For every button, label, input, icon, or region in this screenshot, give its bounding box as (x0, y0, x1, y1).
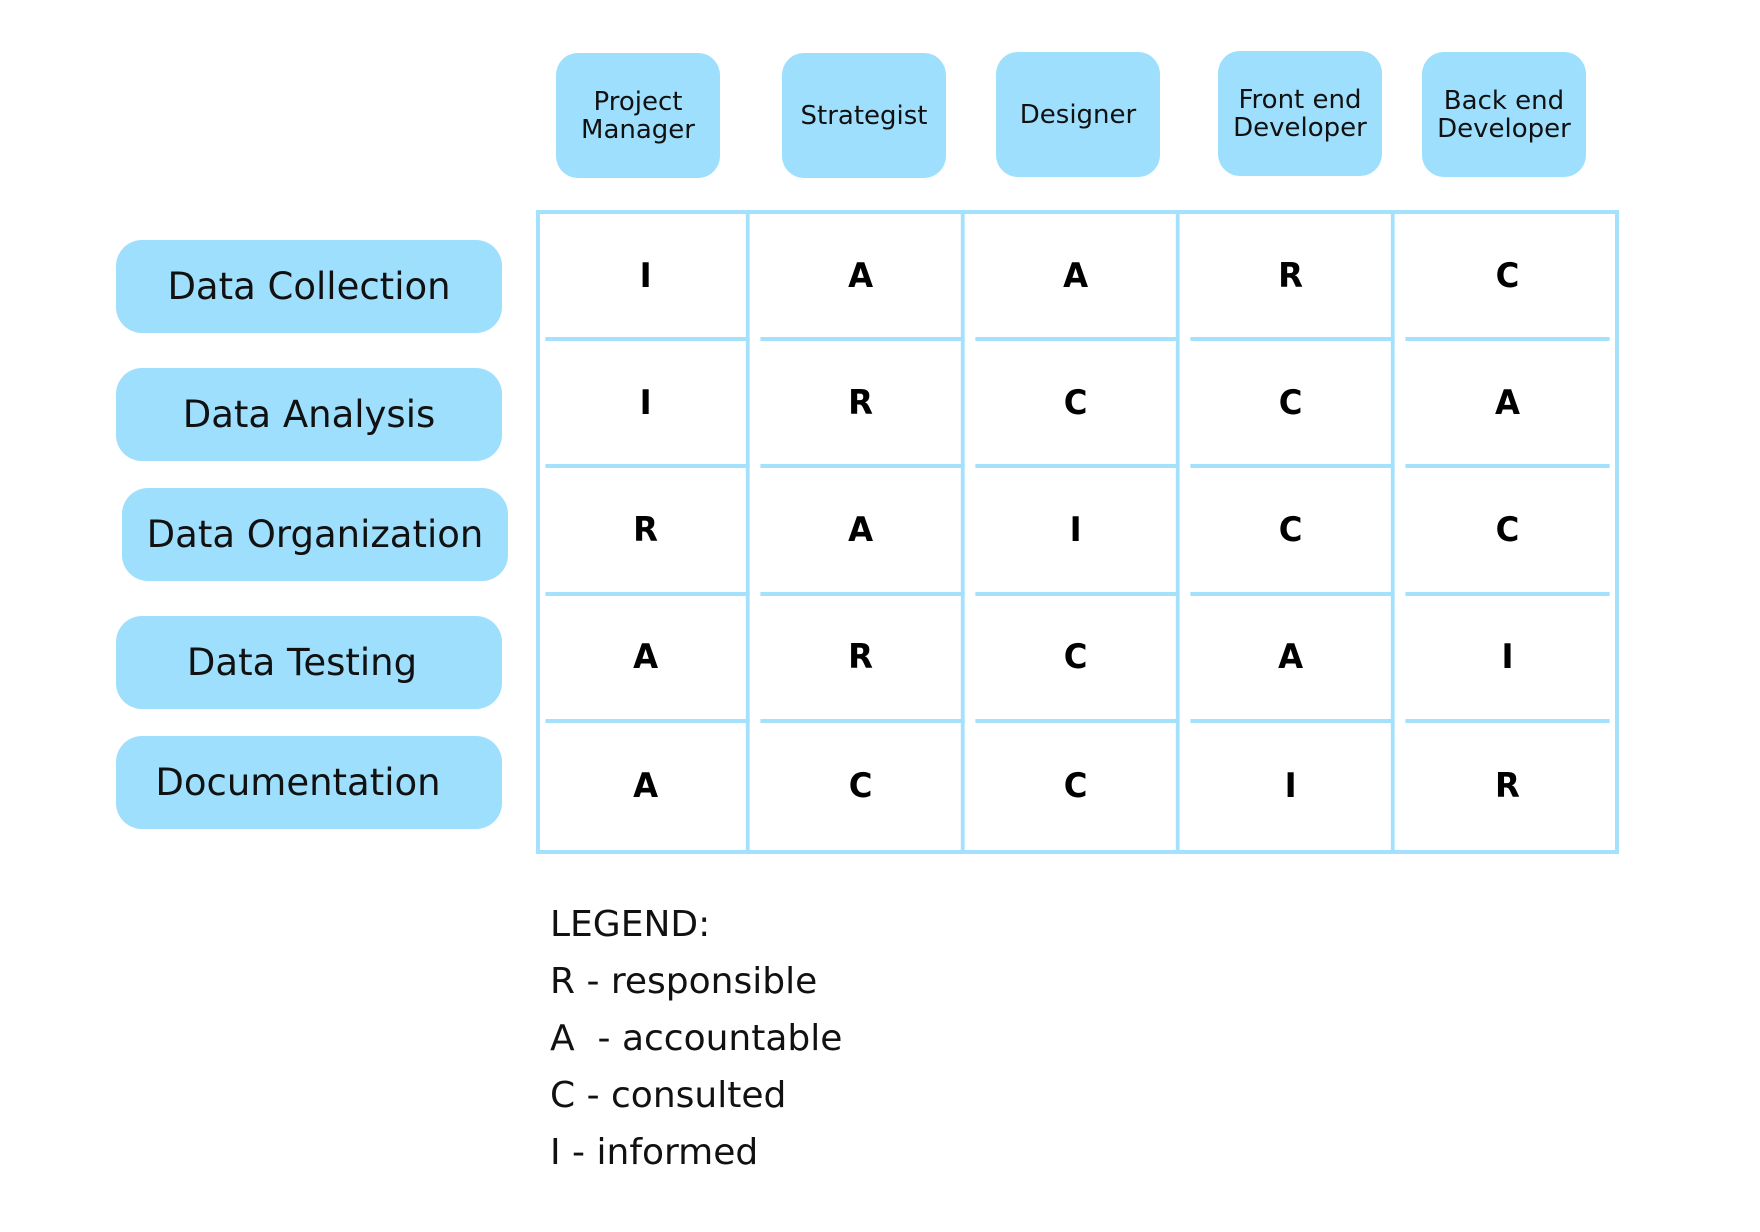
legend-item-responsible: R - responsible (550, 961, 818, 1002)
raci-cell: C (1190, 468, 1395, 596)
raci-cell: R (1495, 766, 1520, 807)
task-label-data-analysis: Data Analysis (116, 368, 502, 461)
raci-cell: A (545, 722, 750, 850)
legend: LEGEND: R - responsible A - accountable … (550, 896, 842, 1181)
task-label-text: Data Analysis (182, 393, 436, 436)
raci-cell: R (1190, 214, 1395, 342)
raci-cell: R (760, 595, 965, 723)
role-label: Developer (1233, 112, 1367, 143)
raci-matrix: I A A R C I R C C A R A I C C A R C A I … (536, 210, 1619, 854)
role-header-project-manager: Project Manager (556, 53, 720, 178)
legend-item-informed: I - informed (550, 1132, 759, 1173)
raci-cell: C (760, 722, 965, 850)
role-label: Designer (1019, 99, 1137, 130)
raci-cell: C (1190, 341, 1395, 469)
raci-cell: A (760, 468, 965, 596)
role-header-strategist: Strategist (782, 53, 946, 178)
raci-cell: I (975, 468, 1180, 596)
raci-cell: I (545, 214, 750, 342)
raci-cell: C (1405, 214, 1610, 342)
task-label-documentation: Documentation (116, 736, 502, 829)
role-header-back-end-developer: Back end Developer (1422, 52, 1586, 177)
legend-title: LEGEND: (550, 904, 711, 945)
role-label: Front end (1238, 84, 1362, 115)
raci-cell: A (760, 214, 965, 342)
role-label: Manager (581, 114, 695, 145)
raci-cell: I (1190, 722, 1395, 850)
role-label: Back end (1443, 85, 1565, 116)
role-header-designer: Designer (996, 52, 1160, 177)
raci-cell: R (760, 341, 965, 469)
role-label: Strategist (800, 100, 928, 131)
raci-cell: A (975, 214, 1180, 342)
raci-cell: I (545, 341, 750, 469)
task-label-data-collection: Data Collection (116, 240, 502, 333)
raci-cell: C (975, 341, 1180, 469)
task-label-text: Data Collection (167, 265, 451, 308)
raci-cell: I (1405, 596, 1610, 723)
task-label-text: Data Organization (146, 513, 484, 556)
raci-cell: R (545, 468, 750, 596)
raci-cell: C (975, 595, 1180, 723)
task-label-text: Data Testing (186, 641, 418, 684)
raci-cell: C (975, 722, 1180, 850)
role-label: Project (593, 86, 683, 117)
task-label-text: Documentation (155, 761, 441, 804)
raci-cell: A (545, 595, 750, 723)
task-label-data-organization: Data Organization (122, 488, 508, 581)
legend-item-accountable: A - accountable (550, 1018, 843, 1059)
role-label: Developer (1437, 113, 1571, 144)
role-header-front-end-developer: Front end Developer (1218, 51, 1382, 176)
raci-cell: A (1405, 341, 1610, 469)
task-label-data-testing: Data Testing (116, 616, 502, 709)
raci-cell: C (1405, 468, 1610, 596)
raci-cell: A (1190, 595, 1395, 723)
legend-item-consulted: C - consulted (550, 1075, 787, 1116)
